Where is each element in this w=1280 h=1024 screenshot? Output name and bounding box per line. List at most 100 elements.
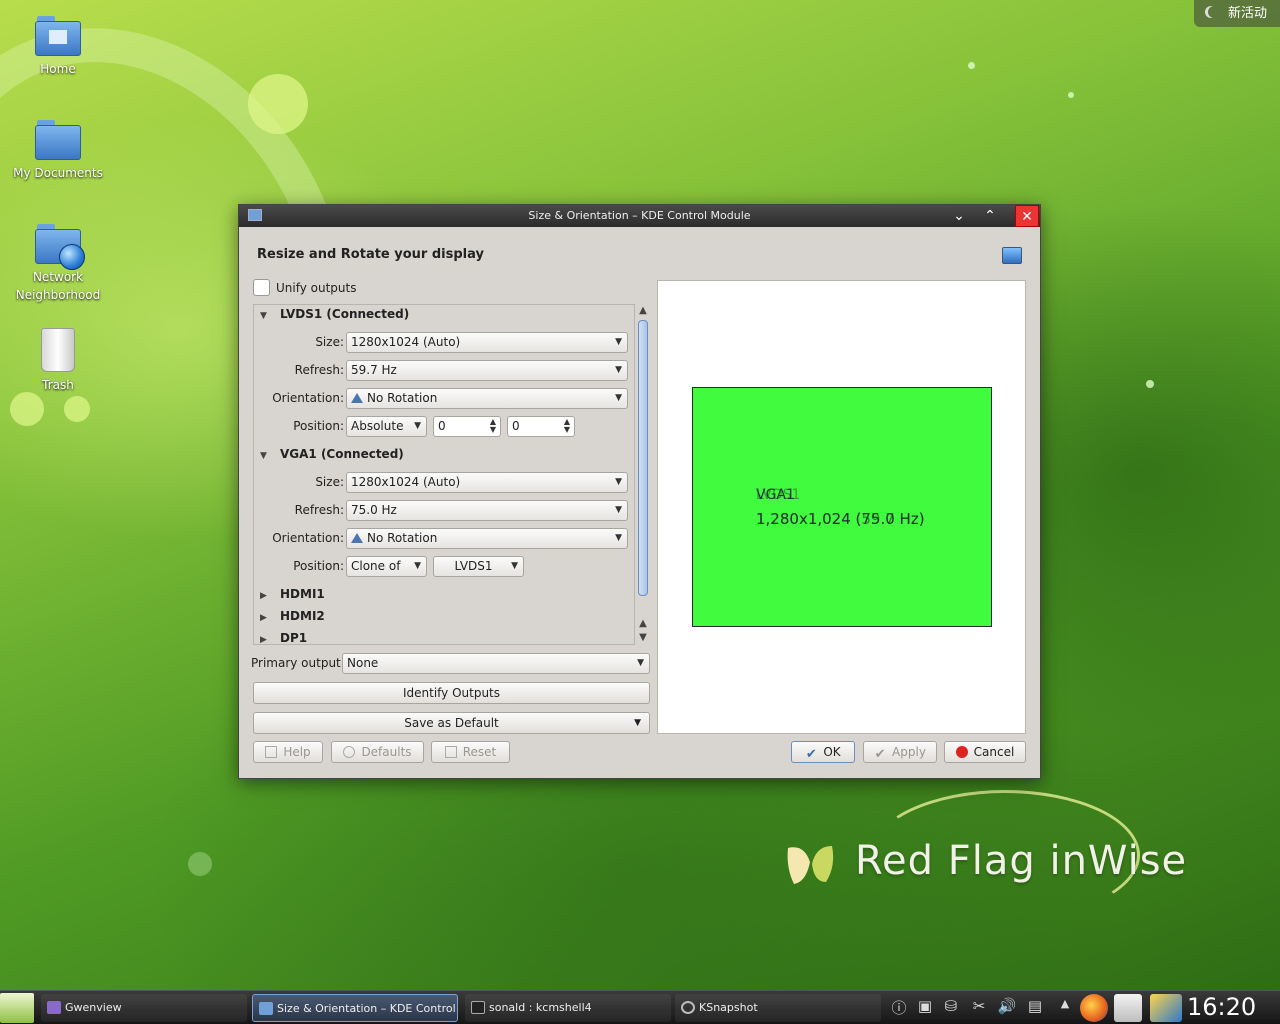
defaults-icon	[343, 746, 356, 758]
chevron-down-icon: ▼	[634, 718, 641, 728]
device-notifier-icon[interactable]: ⛁	[940, 997, 962, 1019]
lvds1-refresh-row: Refresh: 59.7 Hz ▼	[254, 360, 634, 382]
scroll-up-icon[interactable]: ▲	[635, 617, 651, 631]
outputs-scrollbar[interactable]: ▲ ▲ ▼	[635, 304, 651, 645]
primary-output-combo[interactable]: None ▼	[342, 653, 650, 674]
reset-icon	[444, 746, 457, 758]
ok-button[interactable]: ✔ OK	[791, 741, 855, 763]
vga1-refresh-row: Refresh: 75.0 Hz ▼	[254, 500, 634, 522]
lvds1-orientation-combo[interactable]: No Rotation ▼	[346, 388, 628, 409]
loading-icon	[681, 1001, 695, 1014]
unify-outputs-checkbox[interactable]: Unify outputs	[253, 279, 356, 296]
trash-icon	[41, 328, 75, 372]
desktop-icon-label: My Documents	[13, 166, 103, 180]
lvds1-x-spinbox[interactable]: 0 ▲ ▼	[433, 416, 501, 437]
expand-arrow-icon: ▼	[260, 451, 267, 461]
outputs-panel: ▼ LVDS1 (Connected) Size: 1280x1024 (Auto…	[253, 304, 635, 645]
button-label: Save as Default	[404, 716, 499, 730]
chevron-down-icon: ▼	[511, 561, 518, 571]
desktop-icon-label: Neighborhood	[15, 288, 101, 302]
refresh-label: Refresh:	[294, 363, 344, 377]
network-icon[interactable]: ▣	[914, 997, 936, 1019]
checkbox-box[interactable]	[253, 279, 270, 296]
task-label: Gwenview	[65, 1001, 122, 1014]
spin-arrows-icon[interactable]: ▲ ▼	[564, 418, 570, 434]
volume-icon[interactable]: 🔊	[996, 997, 1018, 1019]
chevron-down-icon: ▼	[414, 561, 421, 571]
combo-value: 75.0 Hz	[351, 503, 397, 517]
desktop-icon-home[interactable]: Home	[3, 16, 113, 78]
task-kcmshell4[interactable]: sonald : kcmshell4	[465, 994, 671, 1022]
collapse-arrow-icon: ▶	[260, 635, 267, 645]
button-label: Cancel	[973, 745, 1015, 759]
minimize-button[interactable]: ⌄	[947, 205, 971, 227]
lvds1-y-spinbox[interactable]: 0 ▲ ▼	[507, 416, 575, 437]
new-activity-button[interactable]: 新活动	[1194, 0, 1280, 27]
vga1-orientation-combo[interactable]: No Rotation ▼	[346, 528, 628, 549]
desktop-icon-my-documents[interactable]: My Documents	[3, 120, 113, 182]
save-as-default-button[interactable]: Save as Default ▼	[253, 712, 650, 734]
task-ksnapshot[interactable]: KSnapshot	[675, 994, 881, 1022]
scrollbar-thumb[interactable]	[638, 320, 648, 596]
desktop-icon-trash[interactable]: Trash	[3, 328, 113, 394]
application-launcher-icon[interactable]	[0, 993, 34, 1023]
output-header-hdmi1[interactable]: ▶ HDMI1	[260, 587, 325, 601]
chevron-down-icon: ▼	[615, 533, 622, 543]
help-button[interactable]: Help	[253, 741, 323, 763]
output-header-lvds1[interactable]: ▼ LVDS1 (Connected)	[260, 307, 409, 321]
lvds1-orientation-row: Orientation: No Rotation ▼	[254, 388, 634, 410]
desktop-icon-network[interactable]: Network Neighborhood	[3, 224, 113, 304]
combo-value: Clone of	[351, 559, 401, 573]
close-button[interactable]: ✕	[1015, 205, 1039, 227]
output-header-vga1[interactable]: ▼ VGA1 (Connected)	[260, 447, 404, 461]
combo-value: 59.7 Hz	[351, 363, 397, 377]
lvds1-position-mode-combo[interactable]: Absolute ▼	[346, 416, 427, 437]
combo-value: No Rotation	[367, 391, 438, 405]
vga1-clone-target-combo[interactable]: LVDS1 ▼	[433, 556, 524, 577]
vga1-size-combo[interactable]: 1280x1024 (Auto) ▼	[346, 472, 628, 493]
output-screen-preview[interactable]: LVDS1 VGA1 1,280x1,024 (59.7 Hz) 1,280x1…	[692, 387, 992, 627]
collapse-arrow-icon: ▶	[260, 591, 267, 601]
combo-value: LVDS1	[454, 559, 493, 573]
expand-arrow-icon: ▼	[260, 311, 267, 321]
position-label: Position:	[293, 559, 344, 573]
screen-resolution-front: 1,280x1,024 (75.0 Hz)	[756, 510, 925, 528]
identify-outputs-button[interactable]: Identify Outputs	[253, 682, 650, 704]
klipper-scissors-icon[interactable]: ✂	[968, 997, 990, 1019]
reset-button[interactable]: Reset	[431, 741, 510, 763]
firefox-icon[interactable]	[1080, 994, 1108, 1022]
kcm-window: Size & Orientation – KDE Control Module …	[238, 204, 1041, 779]
spin-arrows-icon[interactable]: ▲ ▼	[490, 418, 496, 434]
clipboard-icon[interactable]: ▤	[1024, 997, 1046, 1019]
output-header-dp1[interactable]: ▶ DP1	[260, 631, 307, 645]
cancel-button[interactable]: Cancel	[944, 741, 1026, 763]
desktop-icon-label: Network	[32, 270, 84, 284]
vga1-position-mode-combo[interactable]: Clone of ▼	[346, 556, 427, 577]
lvds1-size-combo[interactable]: 1280x1024 (Auto) ▼	[346, 332, 628, 353]
orientation-label: Orientation:	[272, 391, 344, 405]
taskbar: Gwenview Size & Orientation – KDE Contro…	[0, 990, 1280, 1024]
window-titlebar[interactable]: Size & Orientation – KDE Control Module …	[239, 205, 1040, 227]
button-label: Apply	[892, 745, 926, 759]
activity-icon	[1208, 6, 1220, 18]
task-label: sonald : kcmshell4	[489, 1001, 592, 1014]
output-header-hdmi2[interactable]: ▶ HDMI2	[260, 609, 325, 623]
info-icon[interactable]: ⓘ	[888, 997, 910, 1019]
tray-expand-icon[interactable]: ▲	[1054, 997, 1076, 1019]
task-size-orientation[interactable]: Size & Orientation – KDE Control	[252, 994, 458, 1022]
terminal-icon	[471, 1001, 485, 1014]
file-manager-icon[interactable]	[1114, 994, 1142, 1022]
lvds1-refresh-combo[interactable]: 59.7 Hz ▼	[346, 360, 628, 381]
maximize-button[interactable]: ⌃	[978, 205, 1002, 227]
brand-text: Red Flag inWise	[855, 838, 1188, 884]
module-heading: Resize and Rotate your display	[257, 247, 484, 262]
scroll-down-icon[interactable]: ▼	[635, 631, 651, 645]
wallpaper-tool-icon[interactable]	[1150, 994, 1182, 1022]
checkmark-icon: ✔	[874, 747, 886, 762]
apply-button[interactable]: ✔ Apply	[863, 741, 937, 763]
vga1-refresh-combo[interactable]: 75.0 Hz ▼	[346, 500, 628, 521]
scroll-up-icon[interactable]: ▲	[635, 304, 651, 318]
defaults-button[interactable]: Defaults	[331, 741, 424, 763]
clock[interactable]: 16:20	[1187, 993, 1256, 1021]
task-gwenview[interactable]: Gwenview	[41, 994, 247, 1022]
